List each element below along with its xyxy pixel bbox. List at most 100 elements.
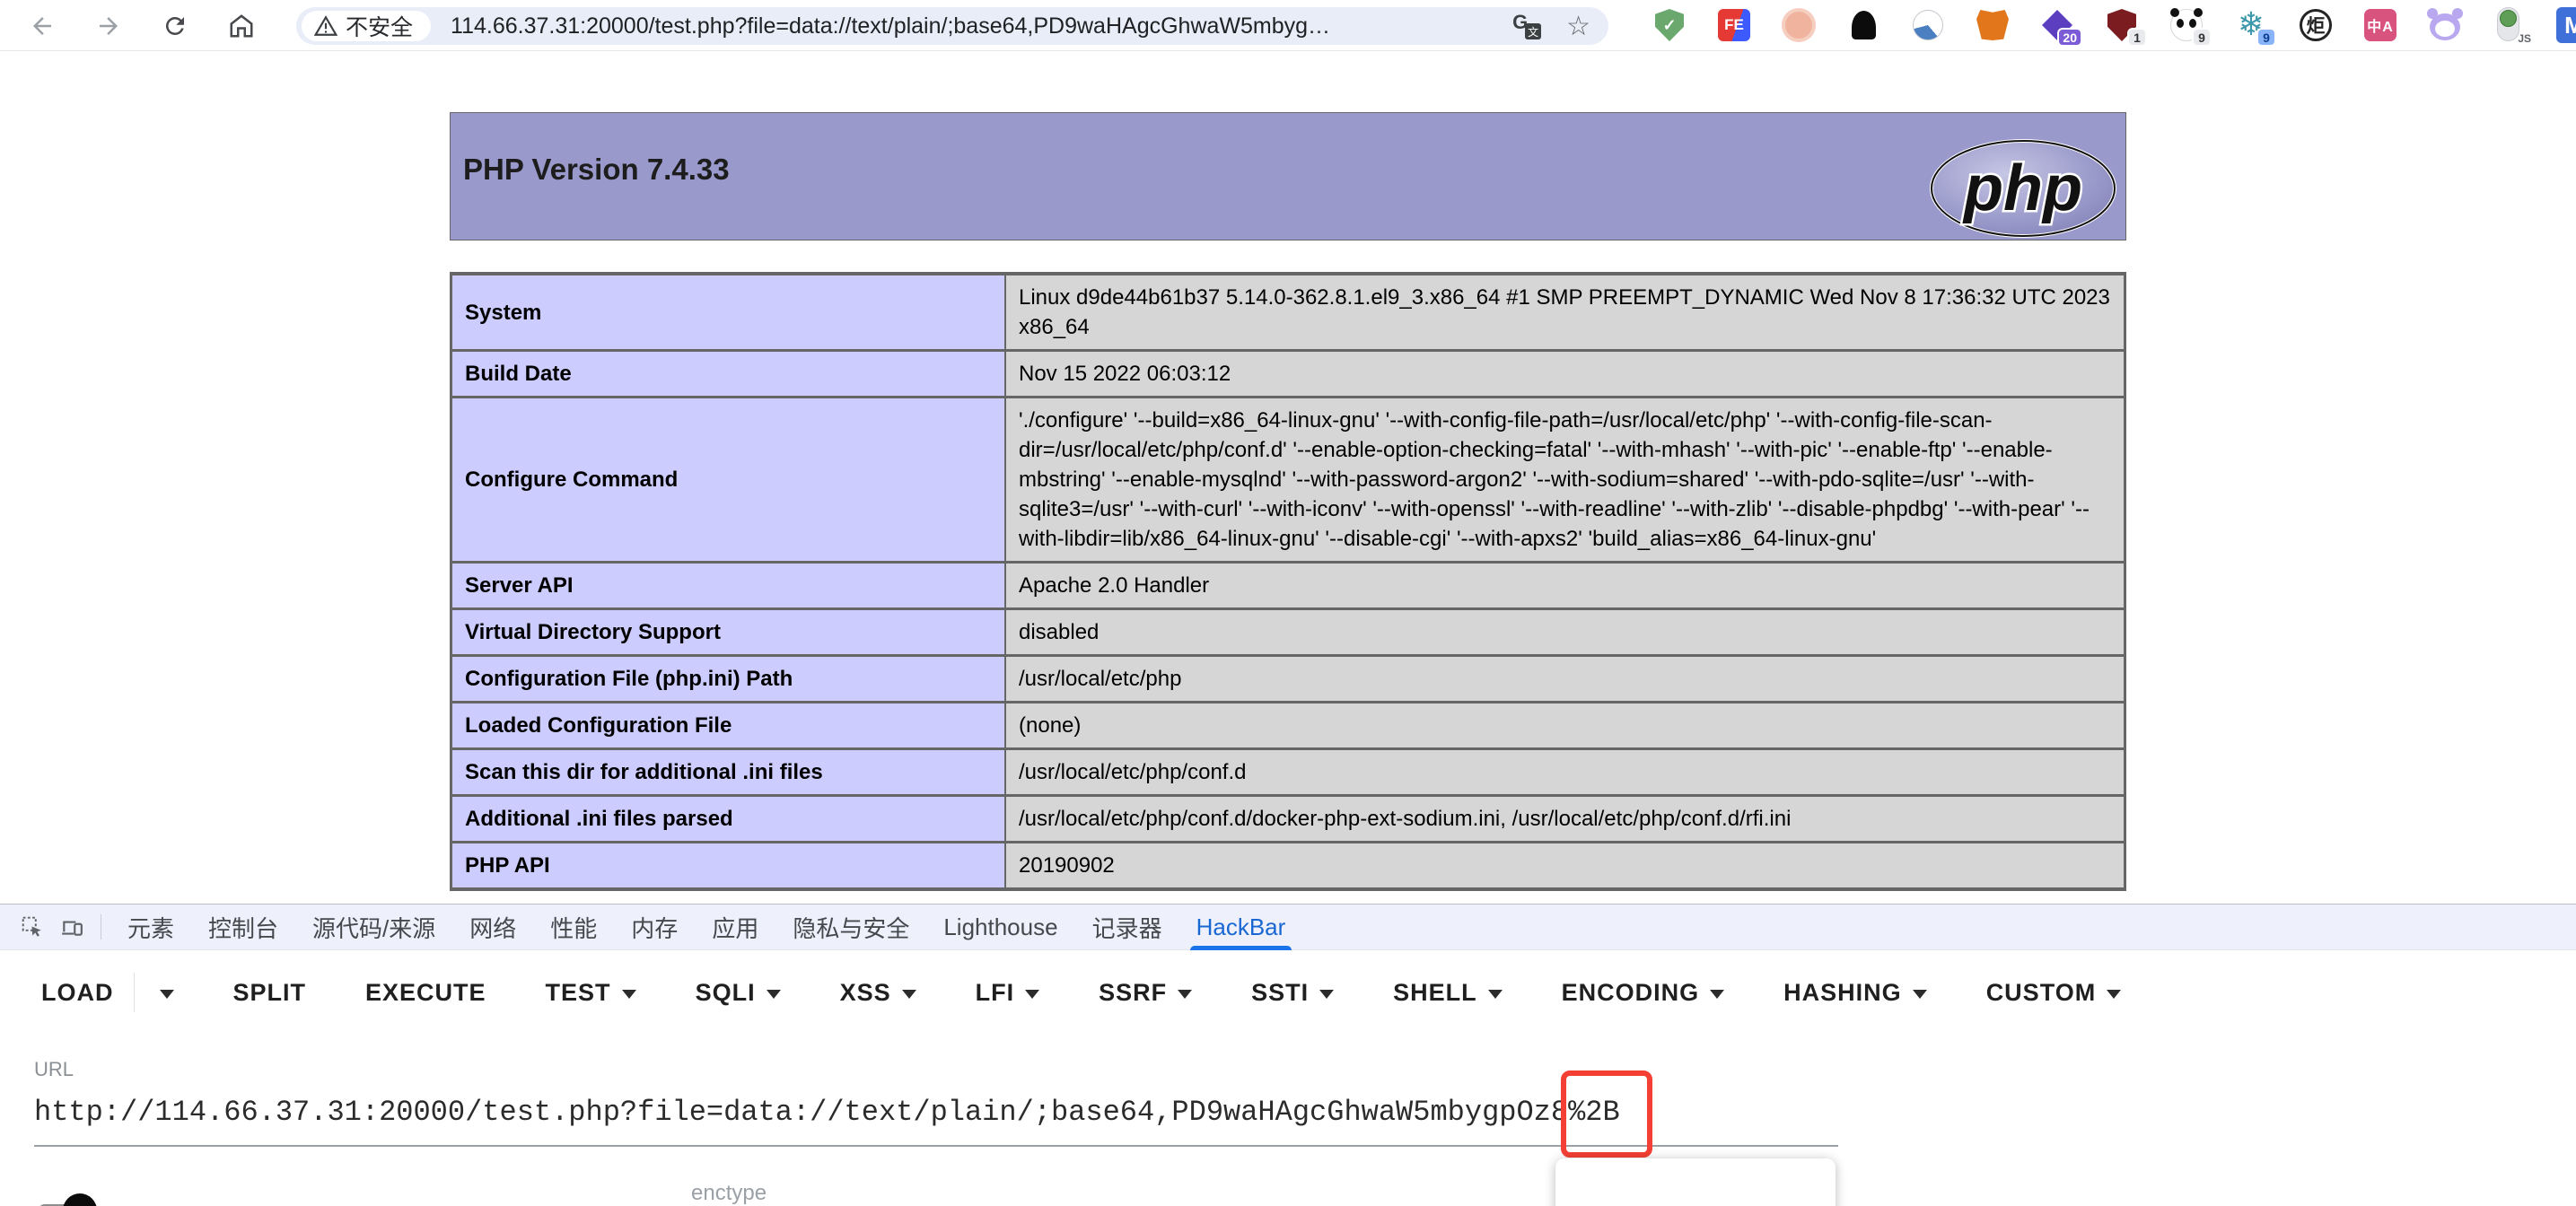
dropdown-card[interactable] bbox=[1555, 1158, 1836, 1206]
chevron-down-icon bbox=[1319, 990, 1334, 999]
extension-panda-icon[interactable]: 9 bbox=[2169, 7, 2204, 43]
extension-kanji-icon[interactable]: 炬 bbox=[2298, 7, 2334, 43]
tab-memory[interactable]: 内存 bbox=[614, 904, 695, 950]
chevron-down-icon bbox=[1025, 990, 1039, 999]
encoding-menu-button[interactable]: ENCODING bbox=[1562, 979, 1725, 1007]
url-text[interactable]: 114.66.37.31:20000/test.php?file=data://… bbox=[451, 13, 1502, 39]
table-row: PHP API 20190902 bbox=[452, 843, 2124, 887]
custom-menu-button[interactable]: CUSTOM bbox=[1986, 979, 2122, 1007]
enctype-label: enctype bbox=[691, 1181, 767, 1206]
extension-peach-icon[interactable] bbox=[1781, 7, 1817, 43]
php-version-header: PHP Version 7.4.33 php bbox=[450, 112, 2126, 240]
extensions-row: ✓ FE 20 1 9 ❄ 9 炬 中A JS M bbox=[1652, 7, 2576, 45]
home-icon[interactable] bbox=[226, 11, 257, 41]
tab-sources[interactable]: 源代码/来源 bbox=[295, 904, 452, 950]
extension-red-shield-icon[interactable]: 1 bbox=[2104, 7, 2140, 43]
execute-button[interactable]: EXECUTE bbox=[365, 979, 486, 1007]
extension-translate-pink-icon[interactable]: 中A bbox=[2362, 7, 2398, 43]
extension-m-icon[interactable]: M bbox=[2556, 7, 2576, 43]
ssti-menu-button[interactable]: SSTI bbox=[1251, 979, 1334, 1007]
tab-elements[interactable]: 元素 bbox=[110, 904, 191, 950]
extension-badge: 1 bbox=[2127, 28, 2147, 47]
chevron-down-icon bbox=[1488, 990, 1503, 999]
load-dropdown-icon[interactable] bbox=[160, 990, 174, 999]
bookmark-star-icon[interactable]: ☆ bbox=[1566, 11, 1590, 42]
tab-performance[interactable]: 性能 bbox=[533, 904, 614, 950]
info-value: './configure' '--build=x86_64-linux-gnu'… bbox=[1006, 398, 2124, 561]
extension-shield-check-icon[interactable]: ✓ bbox=[1652, 7, 1687, 43]
browser-toolbar: 不安全 114.66.37.31:20000/test.php?file=dat… bbox=[0, 0, 2576, 51]
tab-hackbar[interactable]: HackBar bbox=[1179, 904, 1303, 950]
split-button[interactable]: SPLIT bbox=[233, 979, 307, 1007]
security-chip[interactable]: 不安全 bbox=[302, 11, 431, 41]
url-field-value[interactable]: http://114.66.37.31:20000/test.php?file=… bbox=[34, 1096, 1838, 1129]
extension-penguin-icon[interactable] bbox=[1845, 7, 1881, 43]
info-value: /usr/local/etc/php bbox=[1006, 657, 2124, 701]
extension-kuromi-icon[interactable] bbox=[2427, 7, 2463, 43]
post-data-toggle[interactable] bbox=[38, 1193, 110, 1206]
address-bar[interactable]: 不安全 114.66.37.31:20000/test.php?file=dat… bbox=[296, 7, 1608, 45]
hackbar-toolbar: LOAD SPLIT EXECUTE TEST SQLI XSS LFI SSR… bbox=[41, 968, 2576, 1017]
info-label: Server API bbox=[452, 564, 1004, 607]
info-label: Loaded Configuration File bbox=[452, 704, 1004, 747]
extension-fox-icon[interactable] bbox=[1975, 7, 2011, 43]
info-label: System bbox=[452, 275, 1004, 349]
table-row: Loaded Configuration File (none) bbox=[452, 704, 2124, 747]
highlighted-token: %2B bbox=[1568, 1096, 1620, 1129]
info-value: Apache 2.0 Handler bbox=[1006, 564, 2124, 607]
device-toolbar-icon[interactable] bbox=[52, 909, 92, 945]
devtools-panel: 元素 控制台 源代码/来源 网络 性能 内存 应用 隐私与安全 Lighthou… bbox=[0, 904, 2576, 1206]
chevron-down-icon bbox=[902, 990, 916, 999]
lfi-menu-button[interactable]: LFI bbox=[976, 979, 1040, 1007]
extension-js-toggle-icon[interactable]: JS bbox=[2492, 7, 2528, 43]
tab-privacy-security[interactable]: 隐私与安全 bbox=[775, 904, 926, 950]
hackbar-panel: LOAD SPLIT EXECUTE TEST SQLI XSS LFI SSR… bbox=[0, 968, 2576, 1147]
info-label: Scan this dir for additional .ini files bbox=[452, 750, 1004, 794]
inspect-element-icon[interactable] bbox=[13, 909, 52, 945]
hackbar-url-field[interactable]: URL http://114.66.37.31:20000/test.php?f… bbox=[34, 1058, 1838, 1147]
xss-menu-button[interactable]: XSS bbox=[840, 979, 916, 1007]
forward-icon[interactable] bbox=[93, 11, 124, 41]
info-value: /usr/local/etc/php/conf.d bbox=[1006, 750, 2124, 794]
php-logo: php bbox=[1928, 138, 2118, 239]
sqli-menu-button[interactable]: SQLI bbox=[696, 979, 781, 1007]
test-menu-button[interactable]: TEST bbox=[546, 979, 636, 1007]
info-label: PHP API bbox=[452, 843, 1004, 887]
table-row: System Linux d9de44b61b37 5.14.0-362.8.1… bbox=[452, 275, 2124, 349]
tab-network[interactable]: 网络 bbox=[452, 904, 533, 950]
reload-icon[interactable] bbox=[160, 11, 190, 41]
info-label: Build Date bbox=[452, 352, 1004, 396]
warning-icon bbox=[314, 15, 337, 37]
info-label: Configure Command bbox=[452, 398, 1004, 561]
hashing-menu-button[interactable]: HASHING bbox=[1783, 979, 1927, 1007]
ssrf-menu-button[interactable]: SSRF bbox=[1099, 979, 1192, 1007]
tab-console[interactable]: 控制台 bbox=[191, 904, 295, 950]
chevron-down-icon bbox=[1178, 990, 1192, 999]
table-row: Build Date Nov 15 2022 06:03:12 bbox=[452, 352, 2124, 396]
chevron-down-icon bbox=[767, 990, 781, 999]
table-row: Configuration File (php.ini) Path /usr/l… bbox=[452, 657, 2124, 701]
extension-fe-icon[interactable]: FE bbox=[1716, 7, 1752, 43]
load-button[interactable]: LOAD bbox=[41, 979, 114, 1007]
extension-purple-spade-icon[interactable]: 20 bbox=[2039, 7, 2075, 43]
tab-recorder[interactable]: 记录器 bbox=[1075, 904, 1179, 950]
info-value: disabled bbox=[1006, 610, 2124, 654]
tab-application[interactable]: 应用 bbox=[695, 904, 775, 950]
extension-snowflake-icon[interactable]: ❄ 9 bbox=[2233, 7, 2269, 43]
table-row: Virtual Directory Support disabled bbox=[452, 610, 2124, 654]
extension-badge: 9 bbox=[2256, 28, 2276, 47]
extension-badge: 9 bbox=[2192, 28, 2212, 47]
table-row: Server API Apache 2.0 Handler bbox=[452, 564, 2124, 607]
shell-menu-button[interactable]: SHELL bbox=[1393, 979, 1503, 1007]
back-icon[interactable] bbox=[27, 11, 57, 41]
chevron-down-icon bbox=[2107, 990, 2121, 999]
page-title: PHP Version 7.4.33 bbox=[463, 153, 730, 187]
table-row: Configure Command './configure' '--build… bbox=[452, 398, 2124, 561]
tab-lighthouse[interactable]: Lighthouse bbox=[926, 904, 1074, 950]
table-row: Additional .ini files parsed /usr/local/… bbox=[452, 797, 2124, 841]
info-value: Linux d9de44b61b37 5.14.0-362.8.1.el9_3.… bbox=[1006, 275, 2124, 349]
translate-icon[interactable]: G文 bbox=[1512, 13, 1541, 39]
info-label: Additional .ini files parsed bbox=[452, 797, 1004, 841]
info-value: (none) bbox=[1006, 704, 2124, 747]
extension-globe-icon[interactable] bbox=[1910, 7, 1946, 43]
